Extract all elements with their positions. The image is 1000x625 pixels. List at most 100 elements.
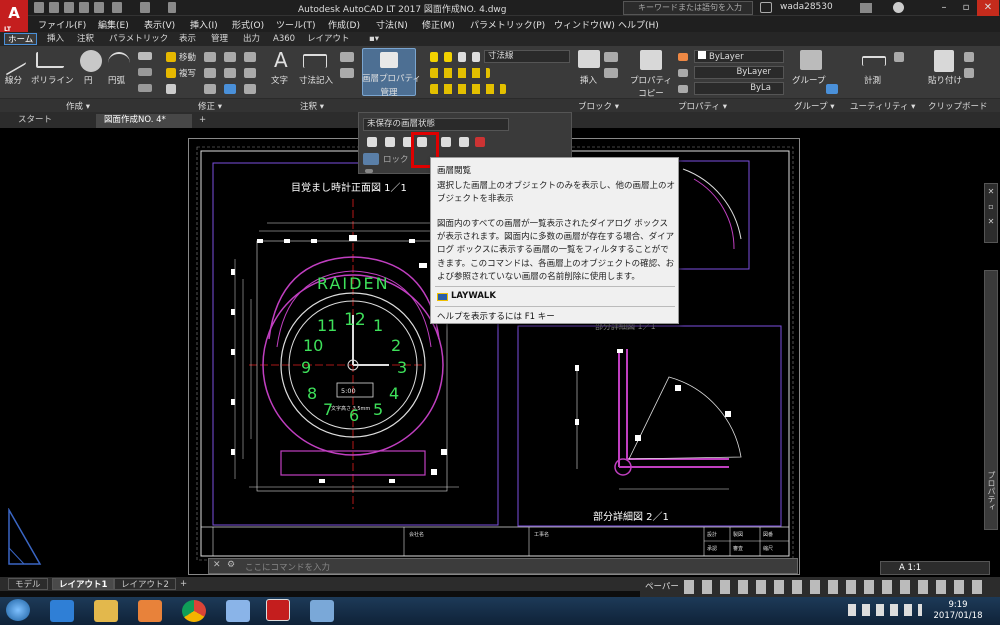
- menu-tools[interactable]: ツール(T): [276, 18, 316, 31]
- color-dropdown[interactable]: ByLayer: [694, 50, 784, 63]
- copy-icon[interactable]: [166, 68, 176, 78]
- app-menu-button[interactable]: A LT: [0, 0, 28, 34]
- open-icon[interactable]: [49, 2, 59, 13]
- edit-block-icon[interactable]: [604, 68, 618, 78]
- offset-icon[interactable]: [244, 84, 256, 94]
- panel-annotate[interactable]: 注釈 ▾: [300, 100, 324, 112]
- file-explorer-icon[interactable]: [94, 600, 118, 622]
- pin-icon[interactable]: [365, 169, 373, 173]
- quick-select-icon[interactable]: [894, 52, 904, 62]
- undo-icon[interactable]: [112, 2, 122, 13]
- menu-draw[interactable]: 作成(D): [328, 18, 360, 31]
- polyline-icon[interactable]: [36, 52, 64, 68]
- layer-color-icon[interactable]: [472, 52, 480, 62]
- tab-annotate[interactable]: 注釈: [74, 33, 97, 45]
- command-line[interactable]: ✕ ⚙ ここにコマンドを入力: [208, 558, 798, 574]
- media-player-icon[interactable]: [138, 600, 162, 622]
- match-properties-icon[interactable]: [640, 50, 662, 70]
- file-tab-start[interactable]: スタート: [10, 114, 94, 128]
- properties-palette-strip[interactable]: プロパティ: [984, 270, 998, 530]
- rotate-icon[interactable]: [204, 52, 216, 62]
- minimize-icon[interactable]: –: [933, 0, 955, 16]
- mirror-icon[interactable]: [204, 68, 216, 78]
- measure-icon[interactable]: [862, 56, 886, 66]
- new-tab-plus-icon[interactable]: +: [196, 114, 210, 128]
- menu-view[interactable]: 表示(V): [144, 18, 175, 31]
- leader-icon[interactable]: [340, 52, 354, 62]
- scale-icon[interactable]: [204, 84, 216, 94]
- tab-home[interactable]: ホーム: [4, 33, 38, 45]
- exchange-icon[interactable]: [860, 3, 872, 13]
- layer-lock-toggle-icon[interactable]: [363, 153, 379, 165]
- layer-lock-label[interactable]: ロック: [383, 153, 409, 165]
- group-select-icon[interactable]: [826, 84, 838, 94]
- tab-insert[interactable]: 挿入: [44, 33, 67, 45]
- match-properties-label1[interactable]: プロパティ: [628, 74, 674, 86]
- tab-a360[interactable]: A360: [270, 33, 298, 45]
- save-icon[interactable]: [64, 2, 74, 13]
- menu-parametric[interactable]: パラメトリック(P): [470, 18, 545, 31]
- close-icon[interactable]: ✕: [977, 0, 999, 16]
- fillet-icon[interactable]: [224, 68, 236, 78]
- menu-help[interactable]: ヘルプ(H): [618, 18, 659, 31]
- start-button-icon[interactable]: [6, 599, 30, 621]
- cmd-customize-icon[interactable]: ⚙: [227, 560, 235, 570]
- line-button[interactable]: 線分: [5, 74, 22, 86]
- redo-icon[interactable]: [140, 2, 150, 13]
- text-icon[interactable]: A: [274, 48, 288, 72]
- tab-model[interactable]: モデル: [8, 578, 48, 590]
- circle-button[interactable]: 円: [84, 74, 93, 86]
- move-button[interactable]: 移動: [179, 51, 196, 63]
- insert-block-icon[interactable]: [578, 50, 600, 68]
- layer-delete-icon[interactable]: [475, 137, 485, 147]
- cut-icon[interactable]: [964, 52, 974, 62]
- table-icon[interactable]: [340, 68, 354, 78]
- annotation-scale[interactable]: A 1:1: [880, 561, 990, 575]
- layer-tool-5-icon[interactable]: [441, 137, 451, 147]
- autocad-taskbar-icon[interactable]: [266, 599, 290, 621]
- mail-icon[interactable]: [226, 600, 250, 622]
- dimension-button[interactable]: 寸法記入: [299, 74, 333, 86]
- erase-icon[interactable]: [244, 52, 256, 62]
- internet-explorer-icon[interactable]: [50, 600, 74, 622]
- layer-tools-row1-icon[interactable]: [430, 68, 490, 78]
- status-toggle-icons[interactable]: [684, 580, 984, 594]
- insert-button[interactable]: 挿入: [580, 74, 597, 86]
- trim-icon[interactable]: [224, 52, 236, 62]
- tab-layout2[interactable]: レイアウト2: [114, 578, 176, 590]
- binoculars-icon[interactable]: [760, 2, 772, 13]
- menu-file[interactable]: ファイル(F): [38, 18, 86, 31]
- system-tray-icons[interactable]: [848, 604, 922, 616]
- layer-tool-6-icon[interactable]: [459, 137, 469, 147]
- tab-layout1[interactable]: レイアウト1: [52, 578, 115, 590]
- create-block-icon[interactable]: [604, 52, 618, 62]
- customize-dropdown-icon[interactable]: [168, 2, 176, 13]
- menu-dimension[interactable]: 寸法(N): [376, 18, 408, 31]
- command-input[interactable]: ここにコマンドを入力: [245, 561, 330, 573]
- polyline-button[interactable]: ポリライン: [31, 74, 74, 86]
- tab-view[interactable]: 表示: [176, 33, 199, 45]
- panel-properties[interactable]: プロパティ ▾: [678, 100, 727, 112]
- chrome-icon[interactable]: [182, 600, 206, 622]
- measure-button[interactable]: 計測: [864, 74, 881, 86]
- layer-state-dropdown[interactable]: 未保存の画層状態: [363, 118, 509, 131]
- explode-icon[interactable]: [244, 68, 256, 78]
- dimension-icon[interactable]: [303, 54, 327, 68]
- tab-layout[interactable]: レイアウト: [304, 33, 353, 45]
- panel-modify[interactable]: 修正 ▾: [198, 100, 222, 112]
- panel-block[interactable]: ブロック ▾: [578, 100, 619, 112]
- hatch-icon[interactable]: [138, 68, 152, 76]
- layer-tool-1-icon[interactable]: [367, 137, 377, 147]
- print-icon[interactable]: [94, 2, 104, 13]
- copy-button[interactable]: 複写: [179, 67, 196, 79]
- panel-group[interactable]: グループ ▾: [794, 100, 834, 112]
- paper-space-toggle[interactable]: ペーパー: [645, 580, 679, 592]
- tab-parametric[interactable]: パラメトリック: [106, 33, 171, 45]
- stretch-icon[interactable]: [166, 84, 176, 94]
- menu-insert[interactable]: 挿入(I): [190, 18, 218, 31]
- group-icon[interactable]: [800, 50, 822, 70]
- layer-tools-row2-icon[interactable]: [430, 84, 506, 94]
- add-layout-icon[interactable]: +: [174, 578, 193, 590]
- help-icon[interactable]: [893, 2, 904, 13]
- restore-icon[interactable]: ▫: [955, 0, 977, 16]
